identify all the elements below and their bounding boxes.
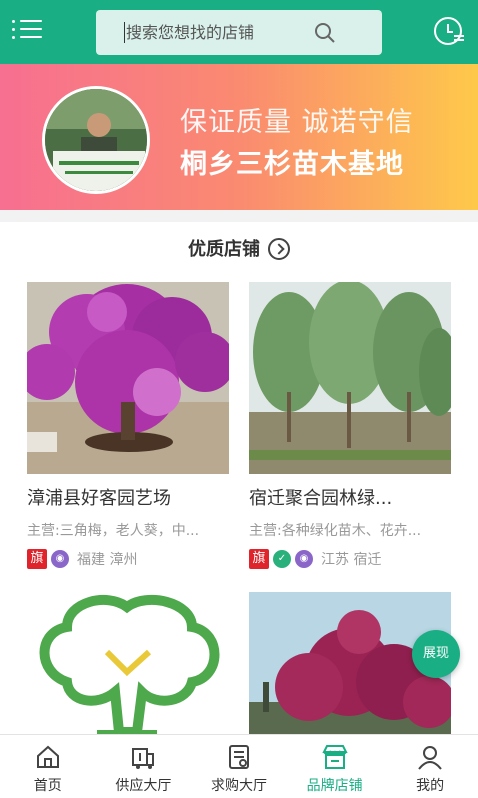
shop-name: 宿迁聚合园林绿... — [249, 488, 393, 509]
section-title: 优质店铺 — [188, 239, 260, 260]
nav-purchase[interactable]: 求购大厅 — [191, 735, 287, 798]
shop-card[interactable]: 漳浦县好客园艺场 主营:三角梅，老人葵，中... 旗 ◉ 福建 漳州 — [27, 282, 229, 570]
top-bar — [0, 0, 478, 64]
text-caret — [124, 22, 125, 43]
home-icon — [36, 745, 59, 768]
shop-avatar — [42, 86, 150, 194]
user-icon — [418, 746, 442, 770]
shop-meta: 旗 ◉ 福建 漳州 — [27, 548, 229, 570]
shop-name: 漳浦县好客园艺场 — [27, 488, 171, 509]
nav-supply[interactable]: 供应大厅 — [96, 735, 192, 798]
history-clock-icon[interactable] — [432, 14, 466, 48]
menu-icon[interactable] — [12, 14, 44, 44]
bottom-navigation: 首页 供应大厅 求购大厅 品牌店铺 我的 — [0, 734, 478, 798]
nav-mine[interactable]: 我的 — [382, 735, 478, 798]
search-input[interactable] — [126, 10, 326, 55]
search-icon[interactable] — [314, 22, 336, 44]
supply-icon — [132, 748, 155, 769]
nav-home[interactable]: 首页 — [0, 735, 96, 798]
shop-main-business: 主营:三角梅，老人葵，中... — [27, 523, 200, 539]
shop-main-business: 主营:各种绿化苗木、花卉... — [249, 523, 422, 539]
nav-label: 首页 — [33, 778, 62, 794]
section-header[interactable]: 优质店铺 — [0, 232, 478, 268]
flagship-badge: 旗 — [249, 549, 269, 569]
flagship-badge: 旗 — [27, 549, 47, 569]
shop-meta: 旗 ✓ ◉ 江苏 宿迁 — [249, 548, 451, 570]
nav-label: 供应大厅 — [115, 778, 172, 794]
shop-icon — [321, 745, 348, 769]
search-box[interactable] — [96, 10, 382, 55]
floating-action-button[interactable]: 展现 — [412, 630, 460, 678]
shop-card[interactable]: 宿迁聚合园林绿... 主营:各种绿化苗木、花卉... 旗 ✓ ◉ 江苏 宿迁 — [249, 282, 451, 570]
nav-brand-shops[interactable]: 品牌店铺 — [287, 735, 383, 798]
nav-label: 品牌店铺 — [306, 778, 363, 794]
certified-icon: ✓ — [273, 550, 291, 568]
banner-shop-name: 桐乡三杉苗木基地 — [180, 149, 404, 180]
featured-shops-section: 优质店铺 漳浦县好客园艺场 主营:三角梅，老人葵，中... 旗 ◉ 福建 漳州 … — [0, 222, 478, 784]
shop-location: 江苏 宿迁 — [321, 552, 382, 568]
purchase-icon — [228, 745, 249, 769]
shop-image — [249, 282, 451, 474]
shop-location: 福建 漳州 — [77, 552, 138, 568]
banner-slogan: 保证质量 诚诺守信 — [180, 107, 414, 138]
nav-label: 我的 — [416, 778, 445, 794]
chevron-right-circle-icon[interactable] — [268, 237, 290, 260]
promo-banner[interactable]: 保证质量 诚诺守信 桐乡三杉苗木基地 — [0, 64, 478, 210]
shop-image — [27, 282, 229, 474]
nav-label: 求购大厅 — [210, 778, 267, 794]
verified-user-icon: ◉ — [295, 550, 313, 568]
verified-user-icon: ◉ — [51, 550, 69, 568]
